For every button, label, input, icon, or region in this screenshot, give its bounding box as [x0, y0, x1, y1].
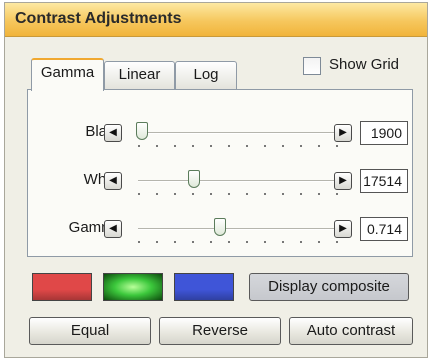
- slider-tick: [246, 145, 248, 147]
- slider-tick: [282, 241, 284, 243]
- gamma-tab-content: Black ◀ ▶ 1900 White ◀ ▶ 17514 Gamma ◀ ▶: [27, 89, 413, 257]
- slider-tick: [300, 193, 302, 195]
- slider-tick: [300, 145, 302, 147]
- slider-tick: [228, 193, 230, 195]
- slider-tick: [174, 145, 176, 147]
- slider-tick: [192, 145, 194, 147]
- red-channel-swatch[interactable]: [32, 273, 92, 301]
- checkbox-box[interactable]: [303, 57, 321, 75]
- arrow-left-icon: ◀: [109, 175, 117, 186]
- slider-tick: [138, 145, 140, 147]
- display-composite-button[interactable]: Display composite: [249, 273, 409, 301]
- slider-tick: [174, 241, 176, 243]
- white-slider-track[interactable]: [138, 180, 338, 182]
- gamma-decrease-button[interactable]: ◀: [104, 220, 122, 238]
- slider-tick: [264, 241, 266, 243]
- auto-contrast-button[interactable]: Auto contrast: [289, 317, 413, 345]
- slider-tick: [246, 241, 248, 243]
- gamma-slider-track[interactable]: [138, 228, 338, 230]
- slider-tick: [138, 193, 140, 195]
- white-slider-ticks: [138, 193, 338, 196]
- slider-tick: [192, 193, 194, 195]
- contrast-adjustments-panel: Contrast Adjustments Gamma Linear Log Sh…: [4, 2, 428, 358]
- slider-tick: [282, 145, 284, 147]
- panel-title-bar: Contrast Adjustments: [5, 3, 427, 37]
- reverse-button[interactable]: Reverse: [159, 317, 281, 345]
- slider-tick: [156, 241, 158, 243]
- slider-tick: [210, 145, 212, 147]
- arrow-right-icon: ▶: [339, 223, 347, 234]
- white-slider-thumb[interactable]: [188, 170, 200, 188]
- slider-tick: [228, 241, 230, 243]
- slider-tick: [246, 193, 248, 195]
- black-slider-ticks: [138, 145, 338, 148]
- arrow-left-icon: ◀: [109, 223, 117, 234]
- slider-tick: [156, 145, 158, 147]
- slider-tick: [156, 193, 158, 195]
- black-slider-thumb[interactable]: [136, 122, 148, 140]
- slider-tick: [336, 145, 338, 147]
- arrow-right-icon: ▶: [339, 175, 347, 186]
- slider-tick: [210, 241, 212, 243]
- panel-title: Contrast Adjustments: [15, 10, 182, 27]
- white-value-input[interactable]: 17514: [360, 169, 408, 193]
- gamma-slider-thumb[interactable]: [214, 218, 226, 236]
- slider-tick: [318, 193, 320, 195]
- slider-tick: [318, 241, 320, 243]
- green-channel-swatch[interactable]: [103, 273, 163, 301]
- tab-linear[interactable]: Linear: [104, 61, 175, 89]
- black-value-input[interactable]: 1900: [360, 121, 408, 145]
- slider-row-white: White ◀ ▶ 17514: [28, 165, 414, 197]
- equal-button[interactable]: Equal: [29, 317, 151, 345]
- show-grid-label: Show Grid: [329, 56, 400, 73]
- blue-channel-swatch[interactable]: [174, 273, 234, 301]
- slider-tick: [228, 145, 230, 147]
- white-increase-button[interactable]: ▶: [334, 172, 352, 190]
- slider-tick: [138, 241, 140, 243]
- slider-tick: [336, 241, 338, 243]
- black-increase-button[interactable]: ▶: [334, 124, 352, 142]
- slider-tick: [174, 193, 176, 195]
- slider-tick: [282, 193, 284, 195]
- gamma-increase-button[interactable]: ▶: [334, 220, 352, 238]
- show-grid-checkbox[interactable]: Show Grid: [303, 55, 423, 77]
- gamma-slider-ticks: [138, 241, 338, 244]
- tab-log[interactable]: Log: [175, 61, 237, 89]
- slider-tick: [318, 145, 320, 147]
- slider-tick: [264, 193, 266, 195]
- slider-tick: [264, 145, 266, 147]
- slider-tick: [336, 193, 338, 195]
- slider-tick: [192, 241, 194, 243]
- white-decrease-button[interactable]: ◀: [104, 172, 122, 190]
- slider-tick: [300, 241, 302, 243]
- slider-row-gamma: Gamma ◀ ▶ 0.714: [28, 213, 414, 245]
- black-decrease-button[interactable]: ◀: [104, 124, 122, 142]
- slider-tick: [210, 193, 212, 195]
- tab-gamma[interactable]: Gamma: [31, 58, 104, 91]
- gamma-value-input[interactable]: 0.714: [360, 217, 408, 241]
- arrow-right-icon: ▶: [339, 127, 347, 138]
- slider-row-black: Black ◀ ▶ 1900: [28, 117, 414, 149]
- arrow-left-icon: ◀: [109, 127, 117, 138]
- black-slider-track[interactable]: [138, 132, 338, 134]
